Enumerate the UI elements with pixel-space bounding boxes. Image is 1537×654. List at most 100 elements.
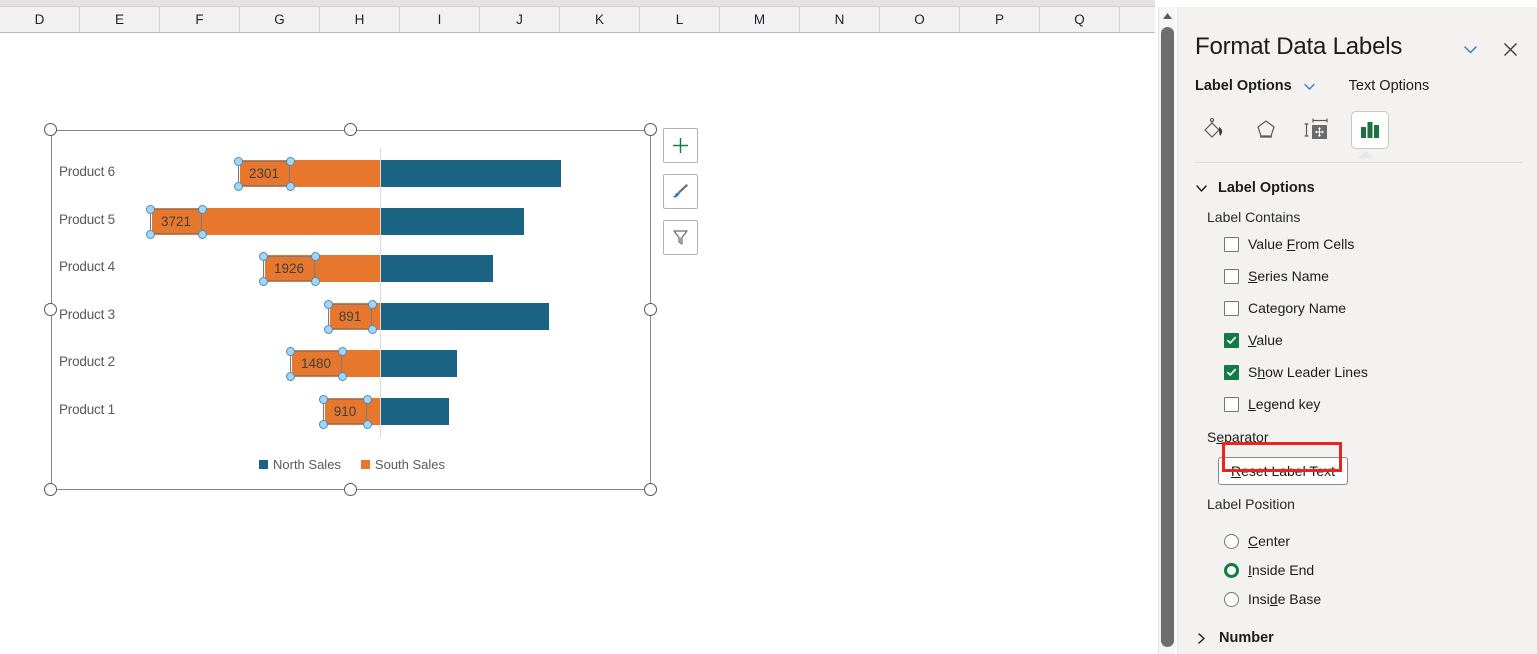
data-label-handle-1-3[interactable] xyxy=(197,229,207,239)
data-label-handle-1-0[interactable] xyxy=(145,204,155,214)
data-label-handle-3-0[interactable] xyxy=(323,299,333,309)
checkbox-checked-icon[interactable] xyxy=(1224,332,1239,348)
chart-plot-area[interactable]: Product 6 Product 5 Product 4 Product 3 Prod… xyxy=(51,130,651,490)
data-label-3721[interactable]: 3721 xyxy=(150,209,202,234)
data-label-handle-5-0[interactable] xyxy=(318,394,328,404)
chart-handle-mid-left[interactable] xyxy=(44,303,57,316)
column-header-e[interactable]: E xyxy=(80,7,160,32)
chart-elements-button[interactable] xyxy=(663,128,698,163)
fill-line-icon[interactable] xyxy=(1195,111,1233,149)
column-header-m[interactable]: M xyxy=(720,7,800,32)
pane-close-button[interactable] xyxy=(1496,35,1524,63)
size-properties-icon[interactable] xyxy=(1299,111,1337,149)
data-label-handle-0-3[interactable] xyxy=(285,181,295,191)
bar-north-sales-1[interactable] xyxy=(381,208,524,235)
spreadsheet-area[interactable]: DEFGHIJKLMNOPQR Product 6Product 5Produc… xyxy=(0,0,1155,654)
checkbox-empty-icon[interactable] xyxy=(1224,236,1239,252)
chart-handle-bottom-left[interactable] xyxy=(44,483,57,496)
data-label-handle-4-0[interactable] xyxy=(285,346,295,356)
chart-filters-button[interactable] xyxy=(663,220,698,255)
vertical-scrollbar[interactable] xyxy=(1158,7,1175,654)
checkbox-checked-icon[interactable] xyxy=(1224,364,1239,380)
data-label-handle-2-0[interactable] xyxy=(258,251,268,261)
data-label-handle-2-3[interactable] xyxy=(310,276,320,286)
data-label-handle-4-3[interactable] xyxy=(337,371,347,381)
data-label-handle-0-2[interactable] xyxy=(233,181,243,191)
bar-north-sales-3[interactable] xyxy=(381,303,549,330)
chart-handle-mid-right[interactable] xyxy=(644,303,657,316)
data-label-1926[interactable]: 1926 xyxy=(263,256,315,281)
chevron-down-icon[interactable] xyxy=(1302,79,1317,94)
data-label-handle-5-2[interactable] xyxy=(318,419,328,429)
data-label-handle-3-2[interactable] xyxy=(323,324,333,334)
chart-handle-top-right[interactable] xyxy=(644,123,657,136)
reset-label-text-button[interactable]: Reset Label Text xyxy=(1218,457,1348,485)
chart-object[interactable]: Product 6 Product 5 Product 4 Product 3 Prod… xyxy=(51,130,651,490)
section-header-label-options[interactable]: Label Options xyxy=(1195,180,1315,196)
chart-handle-top-center[interactable] xyxy=(344,123,357,136)
value-checkbox[interactable]: Value xyxy=(1224,332,1283,348)
radio-selected-icon[interactable] xyxy=(1224,562,1239,578)
label-position-inside-end-radio[interactable]: Inside End xyxy=(1224,562,1314,578)
data-label-handle-0-0[interactable] xyxy=(233,156,243,166)
column-header-g[interactable]: G xyxy=(240,7,320,32)
label-options-icon[interactable] xyxy=(1351,111,1389,149)
column-headers[interactable]: DEFGHIJKLMNOPQR xyxy=(0,7,1155,33)
tab-text-options[interactable]: Text Options xyxy=(1349,78,1430,94)
data-label-handle-1-1[interactable] xyxy=(197,204,207,214)
legend-item-south-sales[interactable]: South Sales xyxy=(360,457,445,472)
data-label-handle-2-1[interactable] xyxy=(310,251,320,261)
column-header-n[interactable]: N xyxy=(800,7,880,32)
column-header-l[interactable]: L xyxy=(640,7,720,32)
column-header-p[interactable]: P xyxy=(960,7,1040,32)
column-header-h[interactable]: H xyxy=(320,7,400,32)
data-label-891[interactable]: 891 xyxy=(328,304,372,329)
data-label-handle-0-1[interactable] xyxy=(285,156,295,166)
column-header-q[interactable]: Q xyxy=(1040,7,1120,32)
radio-empty-icon[interactable] xyxy=(1224,591,1239,607)
series-name-checkbox[interactable]: Series Name xyxy=(1224,268,1329,284)
label-position-inside-base-radio[interactable]: Inside Base xyxy=(1224,591,1321,607)
data-label-handle-5-1[interactable] xyxy=(362,394,372,404)
chart-styles-button[interactable] xyxy=(663,174,698,209)
data-label-handle-3-1[interactable] xyxy=(367,299,377,309)
column-header-i[interactable]: I xyxy=(400,7,480,32)
legend-item-north-sales[interactable]: North Sales xyxy=(259,457,341,472)
bar-north-sales-2[interactable] xyxy=(381,255,493,282)
bar-north-sales-4[interactable] xyxy=(381,350,457,377)
column-header-k[interactable]: K xyxy=(560,7,640,32)
checkbox-empty-icon[interactable] xyxy=(1224,300,1239,316)
legend-key-checkbox[interactable]: Legend key xyxy=(1224,396,1320,412)
pane-collapse-button[interactable] xyxy=(1456,35,1484,63)
column-header-d[interactable]: D xyxy=(0,7,80,32)
chart-handle-bottom-center[interactable] xyxy=(344,483,357,496)
data-label-2301[interactable]: 2301 xyxy=(238,161,290,186)
chart-handle-top-left[interactable] xyxy=(44,123,57,136)
data-label-1480[interactable]: 1480 xyxy=(290,351,342,376)
show-leader-lines-checkbox[interactable]: Show Leader Lines xyxy=(1224,364,1368,380)
data-label-handle-3-3[interactable] xyxy=(367,324,377,334)
chart-handle-bottom-right[interactable] xyxy=(644,483,657,496)
column-header-r[interactable]: R xyxy=(1120,7,1155,32)
checkbox-empty-icon[interactable] xyxy=(1224,396,1239,412)
data-label-handle-2-2[interactable] xyxy=(258,276,268,286)
data-label-handle-4-2[interactable] xyxy=(285,371,295,381)
data-label-handle-5-3[interactable] xyxy=(362,419,372,429)
column-header-j[interactable]: J xyxy=(480,7,560,32)
bar-north-sales-5[interactable] xyxy=(381,398,449,425)
data-label-handle-4-1[interactable] xyxy=(337,346,347,356)
label-position-center-radio[interactable]: Center xyxy=(1224,533,1290,549)
data-label-910[interactable]: 910 xyxy=(323,399,367,424)
chart-legend[interactable]: North Sales South Sales xyxy=(259,457,445,472)
section-header-number[interactable]: Number xyxy=(1195,630,1274,646)
data-label-handle-1-2[interactable] xyxy=(145,229,155,239)
column-header-f[interactable]: F xyxy=(160,7,240,32)
radio-empty-icon[interactable] xyxy=(1224,533,1239,549)
scroll-up-button[interactable] xyxy=(1159,7,1176,24)
effects-icon[interactable] xyxy=(1247,111,1285,149)
tab-label-options[interactable]: Label Options xyxy=(1195,78,1292,94)
category-name-checkbox[interactable]: Category Name xyxy=(1224,300,1346,316)
checkbox-empty-icon[interactable] xyxy=(1224,268,1239,284)
bar-north-sales-0[interactable] xyxy=(381,160,561,187)
scrollbar-thumb[interactable] xyxy=(1161,27,1174,647)
